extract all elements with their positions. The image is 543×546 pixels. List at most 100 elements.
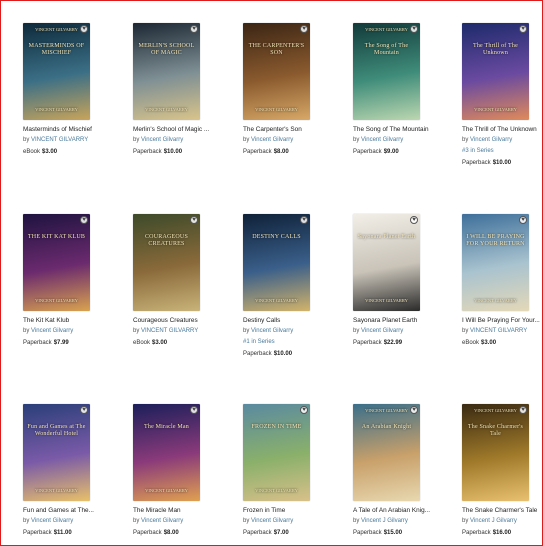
book-price: $3.00 <box>42 149 58 155</box>
cover-title: THE KIT KAT KLUB <box>27 234 86 240</box>
book-format: Paperback <box>243 149 272 155</box>
cover-title: MASTERMINDS OF MISCHIEF <box>28 43 85 56</box>
favorite-heart-icon[interactable]: ♥ <box>190 406 198 414</box>
cover-title: FROZEN IN TIME <box>251 424 302 430</box>
book-author: by Vincent Gilvarry <box>133 137 241 143</box>
cover-author-bottom: VINCENT GILVARRY <box>35 298 78 303</box>
cover-title: MERLIN'S SCHOOL OF MAGIC <box>138 43 195 56</box>
book-author: by Vincent Gilvarry <box>133 518 241 524</box>
by-label: by <box>243 137 250 143</box>
author-link[interactable]: VINCENT GILVARRY <box>31 137 88 143</box>
format-price: Paperback $8.00 <box>243 149 289 155</box>
book-cover-image[interactable]: Fun and Games at The Wonderful Hotel VINC… <box>23 404 90 501</box>
author-link[interactable]: Vincent Gilvarry <box>251 518 293 524</box>
book-author: by Vincent Gilvarry <box>462 137 543 143</box>
book-title-link[interactable]: The Carpenter's Son <box>243 126 351 133</box>
book-price: $8.00 <box>163 530 179 536</box>
author-link[interactable]: Vincent J Gilvarry <box>470 518 517 524</box>
series-link[interactable]: #3 in Series <box>462 148 494 154</box>
book-cover-image[interactable]: The Miracle Man VINCENT GILVARRY ♥ <box>133 404 200 501</box>
book-title-link[interactable]: Fun and Games at The... <box>23 507 131 514</box>
cover-author-bottom: VINCENT GILVARRY <box>255 488 298 493</box>
book-cover-image[interactable]: The Thrill of The Unknown VINCENT GILVARR… <box>462 23 529 120</box>
by-label: by <box>133 518 140 524</box>
author-link[interactable]: Vincent Gilvarry <box>361 328 403 334</box>
book-title-link[interactable]: Frozen in Time <box>243 507 351 514</box>
favorite-heart-icon[interactable]: ♥ <box>80 216 88 224</box>
favorite-heart-icon[interactable]: ♥ <box>190 25 198 33</box>
book-cover-image[interactable]: VINCENT GILVARRY An Arabian Knight ♥ <box>353 404 420 501</box>
book-cover-image[interactable]: VINCENT GILVARRY The Snake Charmer's Tale… <box>462 404 529 501</box>
book-cover-image[interactable]: COURAGEOUS CREATURES ♥ <box>133 214 200 311</box>
cover-title: The Miracle Man <box>144 424 189 430</box>
book-title-link[interactable]: The Song of The Mountain <box>353 126 461 133</box>
book-cover-image[interactable]: THE CARPENTER'S SON VINCENT GILVARRY ♥ <box>243 23 310 120</box>
book-title-link[interactable]: A Tale of An Arabian Knig... <box>353 507 461 514</box>
format-price: Paperback $11.00 <box>23 530 72 536</box>
book-title-link[interactable]: The Miracle Man <box>133 507 241 514</box>
book-title-link[interactable]: Masterminds of Mischief <box>23 126 131 133</box>
book-format: eBook <box>23 149 41 155</box>
favorite-heart-icon[interactable]: ♥ <box>300 25 308 33</box>
author-link[interactable]: Vincent Gilvarry <box>31 518 73 524</box>
book-title-link[interactable]: The Kit Kat Klub <box>23 317 131 324</box>
author-link[interactable]: Vincent Gilvarry <box>251 137 293 143</box>
series-link[interactable]: #1 in Series <box>243 339 275 345</box>
book-cover-image[interactable]: I WILL BE PRAYING FOR YOUR RETURN VINCENT… <box>462 214 529 311</box>
book-author: by Vincent Gilvarry <box>23 518 131 524</box>
author-link[interactable]: VINCENT GILVARRY <box>470 328 527 334</box>
format-price: Paperback $10.00 <box>243 351 292 357</box>
favorite-heart-icon[interactable]: ♥ <box>300 406 308 414</box>
author-link[interactable]: Vincent Gilvarry <box>141 518 183 524</box>
book-title-link[interactable]: Merlin's School of Magic ... <box>133 126 241 133</box>
book-price: $8.00 <box>273 149 289 155</box>
book-author: by Vincent Gilvarry <box>243 518 351 524</box>
by-label: by <box>462 137 469 143</box>
book-cover-image[interactable]: FROZEN IN TIME VINCENT GILVARRY ♥ <box>243 404 310 501</box>
author-link[interactable]: Vincent Gilvarry <box>31 328 73 334</box>
author-link[interactable]: Vincent Gilvarry <box>251 328 293 334</box>
author-link[interactable]: VINCENT GILVARRY <box>141 328 198 334</box>
cover-title: DESTINY CALLS <box>252 234 301 240</box>
favorite-heart-icon[interactable]: ♥ <box>80 406 88 414</box>
cover-author-top: VINCENT GILVARRY <box>474 408 517 413</box>
favorite-heart-icon[interactable]: ♥ <box>519 406 527 414</box>
book-cover-image[interactable]: VINCENT GILVARRY The Song of The Mountain… <box>353 23 420 120</box>
book-cover-image[interactable]: Sayonara Planet Earth VINCENT GILVARRY ♥ <box>353 214 420 311</box>
book-format: Paperback <box>353 149 382 155</box>
book-price: $3.00 <box>481 340 497 346</box>
book-title-link[interactable]: Courageous Creatures <box>133 317 241 324</box>
author-link[interactable]: Vincent Gilvarry <box>141 137 183 143</box>
book-title-link[interactable]: The Thrill of The Unknown <box>462 126 543 133</box>
author-link[interactable]: Vincent Gilvarry <box>361 137 403 143</box>
book-title-link[interactable]: The Snake Charmer's Tale <box>462 507 543 514</box>
book-price: $9.00 <box>383 149 399 155</box>
book-cover-image[interactable]: MERLIN'S SCHOOL OF MAGIC VINCENT GILVARRY… <box>133 23 200 120</box>
cover-title: The Snake Charmer's Tale <box>467 424 524 437</box>
cover-author-bottom: VINCENT GILVARRY <box>255 298 298 303</box>
book-price: $7.00 <box>273 530 289 536</box>
favorite-heart-icon[interactable]: ♥ <box>300 216 308 224</box>
book-title-link[interactable]: Sayonara Planet Earth <box>353 317 461 324</box>
by-label: by <box>23 137 30 143</box>
favorite-heart-icon[interactable]: ♥ <box>519 25 527 33</box>
favorite-heart-icon[interactable]: ♥ <box>410 25 418 33</box>
author-link[interactable]: Vincent J Gilvarry <box>361 518 408 524</box>
book-title-link[interactable]: I Will Be Praying For Your... <box>462 317 543 324</box>
cover-title: An Arabian Knight <box>361 424 412 430</box>
favorite-heart-icon[interactable]: ♥ <box>410 406 418 414</box>
cover-title: The Song of The Mountain <box>364 43 409 56</box>
cover-author-top: VINCENT GILVARRY <box>35 27 78 32</box>
book-cover-image[interactable]: DESTINY CALLS VINCENT GILVARRY ♥ <box>243 214 310 311</box>
book-cover-image[interactable]: VINCENT GILVARRY MASTERMINDS OF MISCHIEF V… <box>23 23 90 120</box>
book-cover-image[interactable]: THE KIT KAT KLUB VINCENT GILVARRY ♥ <box>23 214 90 311</box>
favorite-heart-icon[interactable]: ♥ <box>519 216 527 224</box>
author-link[interactable]: Vincent Gilvarry <box>470 137 512 143</box>
favorite-heart-icon[interactable]: ♥ <box>80 25 88 33</box>
format-price: eBook $3.00 <box>23 149 57 155</box>
book-price: $16.00 <box>492 530 512 536</box>
cover-title: The Thrill of The Unknown <box>472 43 518 56</box>
favorite-heart-icon[interactable]: ♥ <box>190 216 198 224</box>
favorite-heart-icon[interactable]: ♥ <box>410 216 418 224</box>
book-title-link[interactable]: Destiny Calls <box>243 317 351 324</box>
